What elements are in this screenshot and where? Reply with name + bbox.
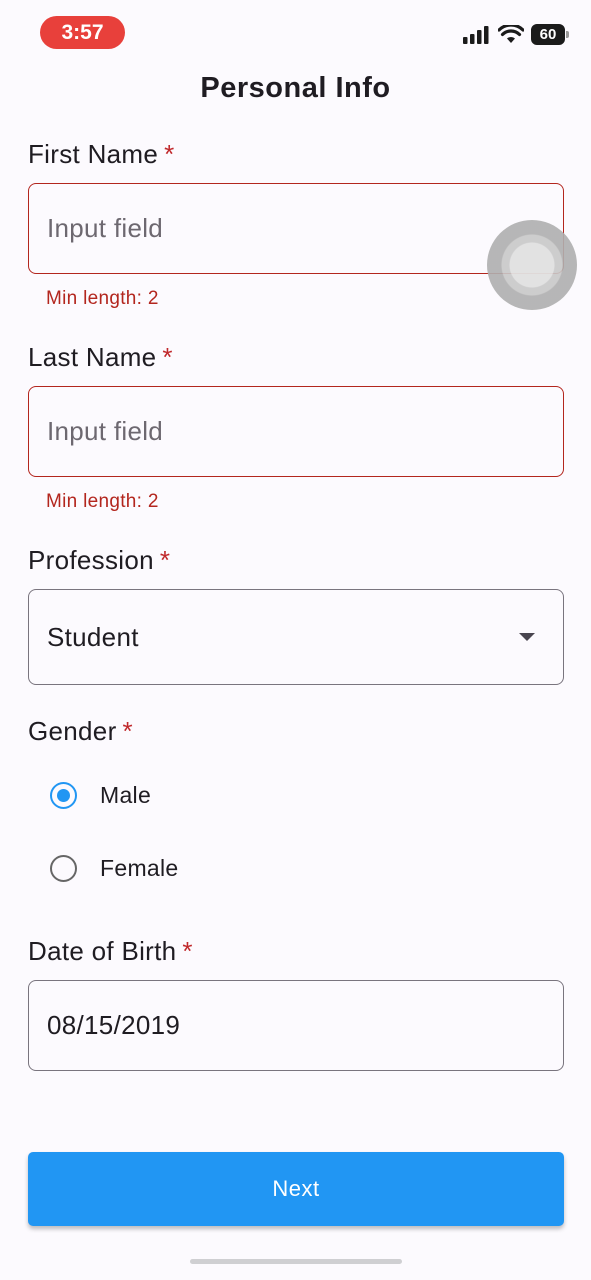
status-time: 3:57 bbox=[40, 16, 125, 49]
gender-option-female[interactable]: Female bbox=[50, 855, 179, 882]
home-indicator bbox=[190, 1259, 402, 1264]
first-name-label: First Name * bbox=[28, 139, 175, 170]
dob-value: 08/15/2019 bbox=[47, 1010, 181, 1040]
first-name-input[interactable]: Input field bbox=[28, 183, 564, 274]
status-icons: 60 bbox=[463, 24, 569, 45]
dropdown-arrow-icon bbox=[519, 633, 535, 641]
profession-label: Profession * bbox=[28, 545, 170, 576]
gender-option-male-label: Male bbox=[100, 782, 152, 808]
gender-label-text: Gender bbox=[28, 716, 117, 746]
gender-option-female-label: Female bbox=[100, 855, 179, 881]
first-name-label-text: First Name bbox=[28, 139, 159, 169]
required-mark: * bbox=[182, 936, 193, 966]
last-name-label-text: Last Name bbox=[28, 342, 157, 372]
last-name-label: Last Name * bbox=[28, 342, 173, 373]
page-title: Personal Info bbox=[200, 72, 391, 104]
dob-label-text: Date of Birth bbox=[28, 936, 177, 966]
required-mark: * bbox=[122, 716, 133, 746]
dob-label: Date of Birth * bbox=[28, 936, 193, 967]
battery-icon: 60 bbox=[531, 24, 569, 45]
next-button[interactable]: Next bbox=[28, 1152, 564, 1226]
dob-input[interactable]: 08/15/2019 bbox=[28, 980, 564, 1071]
required-mark: * bbox=[164, 139, 175, 169]
last-name-input[interactable]: Input field bbox=[28, 386, 564, 477]
radio-unselected-icon[interactable] bbox=[50, 855, 77, 882]
status-bar: 3:57 60 bbox=[0, 0, 591, 66]
profession-value: Student bbox=[47, 621, 139, 652]
first-name-placeholder: Input field bbox=[47, 213, 164, 243]
wifi-icon bbox=[498, 25, 524, 43]
profession-label-text: Profession bbox=[28, 545, 154, 575]
last-name-error: Min length: 2 bbox=[46, 491, 159, 512]
radio-selected-icon[interactable] bbox=[50, 782, 77, 809]
signal-icon bbox=[463, 25, 489, 44]
gender-option-male[interactable]: Male bbox=[50, 782, 151, 809]
touch-indicator bbox=[487, 220, 577, 310]
required-mark: * bbox=[162, 342, 173, 372]
gender-label: Gender * bbox=[28, 716, 133, 747]
first-name-error: Min length: 2 bbox=[46, 288, 159, 309]
last-name-placeholder: Input field bbox=[47, 416, 164, 446]
required-mark: * bbox=[159, 545, 171, 575]
profession-dropdown[interactable]: Student bbox=[28, 589, 564, 685]
